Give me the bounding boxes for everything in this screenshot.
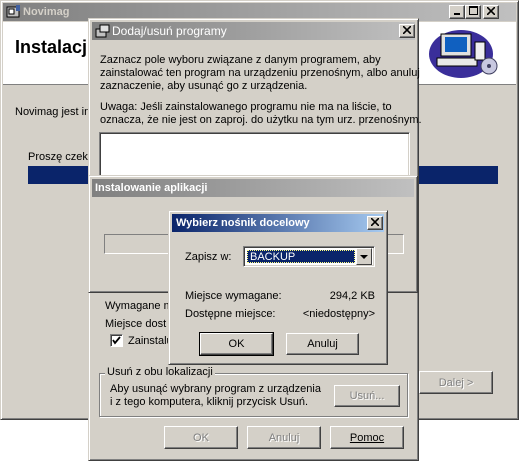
installing-title: Instalowanie aplikacji — [95, 182, 208, 194]
save-in-label: Zapisz w: — [185, 251, 232, 263]
remove-group-title: Usuń z obu lokalizacji — [105, 366, 215, 378]
instructions-line-2: zainstalować ten program na urządzeniu p… — [100, 67, 420, 79]
computer-pda-icon — [429, 30, 498, 78]
maximize-icon — [468, 6, 478, 15]
add-remove-cancel-button[interactable]: Anuluj — [247, 426, 321, 449]
checkmark-icon — [112, 336, 121, 345]
media-dialog: Wybierz nośnik docelowy Zapisz w: BACKUP… — [168, 210, 388, 365]
media-ok-button[interactable]: OK — [199, 332, 274, 356]
help-button-label: Pomoc — [349, 431, 385, 444]
install-checkbox-label: Zainstalu — [128, 335, 173, 347]
remove-text-line-2: i z tego komputera, kliknij przycisk Usu… — [110, 396, 309, 408]
note-line-2: oznacza, że nie jest on zaproj. do użytk… — [100, 114, 422, 126]
main-wait-text: Proszę czek — [28, 151, 88, 163]
close-icon — [370, 216, 380, 227]
media-cancel-button[interactable]: Anuluj — [286, 333, 359, 355]
main-body-text: Novimag jest in — [15, 106, 91, 118]
close-button[interactable] — [483, 5, 499, 19]
add-remove-close-button[interactable] — [399, 24, 415, 38]
app-icon — [6, 5, 20, 18]
add-remove-titlebar[interactable]: Dodaj/usuń programy — [92, 22, 415, 40]
available-value: <niedostępny> — [302, 308, 375, 320]
help-button[interactable]: Pomoc — [330, 426, 404, 449]
dropdown-arrow-button[interactable] — [356, 248, 372, 265]
media-title: Wybierz nośnik docelowy — [176, 217, 310, 229]
add-remove-title: Dodaj/usuń programy — [112, 24, 227, 38]
save-in-select[interactable]: BACKUP — [243, 246, 375, 267]
remove-text-line-1: Aby usunąć wybrany program z urządzenia — [110, 383, 321, 395]
programs-icon — [95, 24, 110, 38]
instructions-line-3: zaznaczenie, aby usunąć go z urządzenia. — [100, 80, 308, 92]
minimize-icon — [454, 12, 460, 15]
install-checkbox[interactable] — [110, 334, 123, 347]
required-space-label: Wymagane m — [105, 300, 173, 312]
minimize-button[interactable] — [449, 5, 465, 19]
remove-button[interactable]: Usuń... — [334, 385, 400, 407]
add-remove-ok-button[interactable]: OK — [164, 426, 238, 449]
instructions-line-1: Zaznacz pole wyboru związane z danym pro… — [100, 54, 381, 66]
note-line-1: Uwaga: Jeśli zainstalowanego programu ni… — [100, 101, 392, 113]
available-label: Dostępne miejsce: — [185, 308, 276, 320]
available-space-label: Miejsce dost — [105, 318, 167, 330]
media-titlebar[interactable]: Wybierz nośnik docelowy — [172, 214, 384, 232]
main-header-title: Instalacj — [15, 37, 88, 57]
chevron-down-icon — [360, 255, 368, 259]
next-button[interactable]: Dalej > — [419, 371, 493, 394]
media-close-button[interactable] — [367, 216, 383, 230]
maximize-button[interactable] — [465, 5, 481, 19]
required-value: 294,2 KB — [329, 290, 375, 302]
required-label: Miejsce wymagane: — [185, 290, 282, 302]
save-in-selected-value: BACKUP — [247, 250, 355, 263]
close-icon — [486, 5, 496, 16]
installing-titlebar[interactable]: Instalowanie aplikacji — [92, 179, 414, 197]
close-icon — [402, 24, 412, 35]
main-window-title: Novimag — [23, 6, 70, 18]
